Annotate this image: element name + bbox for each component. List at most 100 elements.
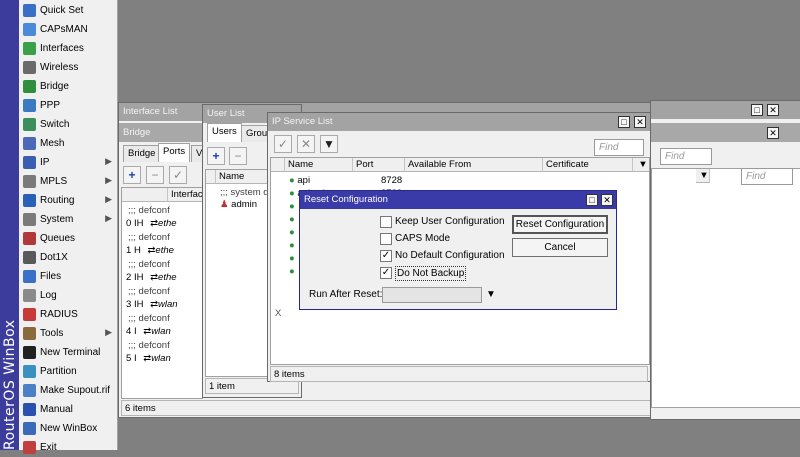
col-header-available-from[interactable]: Available From bbox=[405, 158, 543, 172]
menu-item-manual[interactable]: Manual bbox=[19, 400, 118, 419]
menu-item-files[interactable]: Files bbox=[19, 267, 118, 286]
port-row[interactable]: 0 IH ⇄ethe bbox=[126, 216, 202, 231]
menu-item-routing[interactable]: Routing ▶ bbox=[19, 191, 118, 210]
col-header-interface[interactable]: Interface bbox=[168, 188, 202, 202]
run-after-dropdown-icon[interactable]: ▼ bbox=[486, 289, 496, 300]
reset-configuration-button[interactable]: Reset Configuration bbox=[512, 215, 608, 234]
service-restore-button[interactable]: □ bbox=[618, 116, 630, 128]
submenu-arrow-icon: ▶ bbox=[105, 327, 112, 337]
bridge-icon bbox=[23, 80, 36, 93]
checkbox-label[interactable]: No Default Configuration bbox=[395, 249, 505, 262]
port-flags: H bbox=[133, 245, 141, 256]
menu-item-tools[interactable]: Tools ▶ bbox=[19, 324, 118, 343]
checkbox-label[interactable]: Do Not Backup bbox=[395, 266, 467, 281]
find-input-2[interactable]: Find bbox=[660, 148, 712, 165]
port-interface: ethe bbox=[158, 272, 177, 283]
tab-bridge[interactable]: Bridge bbox=[123, 145, 161, 162]
menu-item-ppp[interactable]: PPP bbox=[19, 96, 118, 115]
port-interface: ethe bbox=[155, 245, 174, 256]
col-header-name[interactable]: Name bbox=[285, 158, 353, 172]
run-after-reset-label: Run After Reset: bbox=[309, 289, 383, 300]
enable-port-button[interactable]: ✓ bbox=[169, 166, 187, 184]
port-flags: IH bbox=[133, 299, 144, 310]
dialog-restore-button[interactable]: □ bbox=[586, 194, 598, 206]
remove-port-button[interactable]: − bbox=[146, 166, 164, 184]
disable-service-button[interactable]: ✕ bbox=[297, 135, 315, 153]
ip-service-list-titlebar[interactable]: IP Service List bbox=[268, 113, 650, 131]
mpls-icon bbox=[23, 175, 36, 188]
menu-item-mesh[interactable]: Mesh bbox=[19, 134, 118, 153]
port-number: 5 bbox=[126, 353, 132, 364]
col-header-flag[interactable] bbox=[271, 158, 285, 172]
user-row-admin[interactable]: ♟ admin bbox=[220, 197, 257, 212]
find-input-3[interactable]: Find bbox=[741, 168, 793, 185]
exit-icon bbox=[23, 441, 36, 454]
col-header-port[interactable]: Port bbox=[353, 158, 405, 172]
reset-dialog-titlebar[interactable]: Reset Configuration bbox=[300, 191, 616, 209]
menu-item-system[interactable]: System ▶ bbox=[19, 210, 118, 229]
checkbox-label[interactable]: Keep User Configuration bbox=[395, 215, 505, 228]
remove-user-button[interactable]: − bbox=[229, 147, 247, 165]
column-chooser-icon[interactable]: ▼ bbox=[633, 158, 649, 172]
service-close-button[interactable]: ✕ bbox=[634, 116, 646, 128]
tab-ports[interactable]: Ports bbox=[158, 143, 191, 162]
restore-button[interactable]: □ bbox=[751, 104, 763, 116]
port-flags: I bbox=[133, 326, 137, 337]
port-row[interactable]: 3 IH ⇄wlan bbox=[126, 297, 202, 312]
dialog-close-button[interactable]: ✕ bbox=[601, 194, 613, 206]
col-header-certificate[interactable]: Certificate bbox=[543, 158, 633, 172]
port-row[interactable]: 2 IH ⇄ethe bbox=[126, 270, 202, 285]
run-after-reset-select[interactable] bbox=[382, 287, 482, 303]
add-user-button[interactable]: + bbox=[207, 147, 225, 165]
tab-users[interactable]: Users bbox=[207, 123, 242, 142]
new-winbox-icon bbox=[23, 422, 36, 435]
menu-item-make-supout-rif[interactable]: Make Supout.rif bbox=[19, 381, 118, 400]
filter-button[interactable]: ▼ bbox=[320, 135, 338, 153]
menu-item-wireless[interactable]: Wireless bbox=[19, 58, 118, 77]
col-header-flag[interactable] bbox=[206, 170, 216, 184]
service-find-input[interactable]: Find bbox=[594, 139, 644, 156]
background-table: ▼ bbox=[651, 168, 800, 408]
checkbox-do-not-backup[interactable]: ✓ bbox=[380, 267, 392, 279]
menu-item-label: PPP bbox=[40, 100, 61, 111]
menu-item-exit[interactable]: Exit bbox=[19, 438, 118, 457]
ip-service-list-title: IP Service List bbox=[272, 116, 333, 127]
checkbox-caps-mode[interactable] bbox=[380, 233, 392, 245]
menu-item-label: Mesh bbox=[40, 138, 65, 149]
add-port-button[interactable]: + bbox=[123, 166, 141, 184]
column-chooser-icon[interactable]: ▼ bbox=[696, 169, 710, 183]
menu-item-new-winbox[interactable]: New WinBox bbox=[19, 419, 118, 438]
checkbox-no-default-configuration[interactable]: ✓ bbox=[380, 250, 392, 262]
menu-item-label: Routing bbox=[40, 195, 75, 206]
checkbox-label[interactable]: CAPS Mode bbox=[395, 232, 450, 245]
service-status-icon: ● bbox=[289, 188, 295, 199]
menu-item-switch[interactable]: Switch bbox=[19, 115, 118, 134]
cancel-button[interactable]: Cancel bbox=[512, 238, 608, 257]
enable-service-button[interactable]: ✓ bbox=[274, 135, 292, 153]
menu-item-partition[interactable]: Partition bbox=[19, 362, 118, 381]
menu-item-new-terminal[interactable]: New Terminal bbox=[19, 343, 118, 362]
port-interface: wlan bbox=[151, 326, 171, 337]
port-row[interactable]: 1 H ⇄ethe bbox=[126, 243, 202, 258]
port-flags: I bbox=[133, 353, 137, 364]
menu-item-interfaces[interactable]: Interfaces bbox=[19, 39, 118, 58]
menu-item-label: MPLS bbox=[40, 176, 68, 187]
checkbox-keep-user-configuration[interactable] bbox=[380, 216, 392, 228]
wireless-icon bbox=[23, 61, 36, 74]
menu-item-ip[interactable]: IP ▶ bbox=[19, 153, 118, 172]
menu-item-bridge[interactable]: Bridge bbox=[19, 77, 118, 96]
menu-item-log[interactable]: Log bbox=[19, 286, 118, 305]
port-row[interactable]: 4 I ⇄wlan bbox=[126, 324, 202, 339]
col-header-hash[interactable] bbox=[122, 188, 168, 202]
menu-item-quick-set[interactable]: Quick Set bbox=[19, 1, 118, 20]
system-icon bbox=[23, 213, 36, 226]
close-button[interactable]: ✕ bbox=[767, 104, 779, 116]
close-button-2[interactable]: ✕ bbox=[767, 127, 779, 139]
menu-item-mpls[interactable]: MPLS ▶ bbox=[19, 172, 118, 191]
menu-item-capsman[interactable]: CAPsMAN bbox=[19, 20, 118, 39]
port-row[interactable]: 5 I ⇄wlan bbox=[126, 351, 202, 366]
menu-item-dot1x[interactable]: Dot1X bbox=[19, 248, 118, 267]
supout-icon bbox=[23, 384, 36, 397]
menu-item-queues[interactable]: Queues bbox=[19, 229, 118, 248]
menu-item-radius[interactable]: RADIUS bbox=[19, 305, 118, 324]
